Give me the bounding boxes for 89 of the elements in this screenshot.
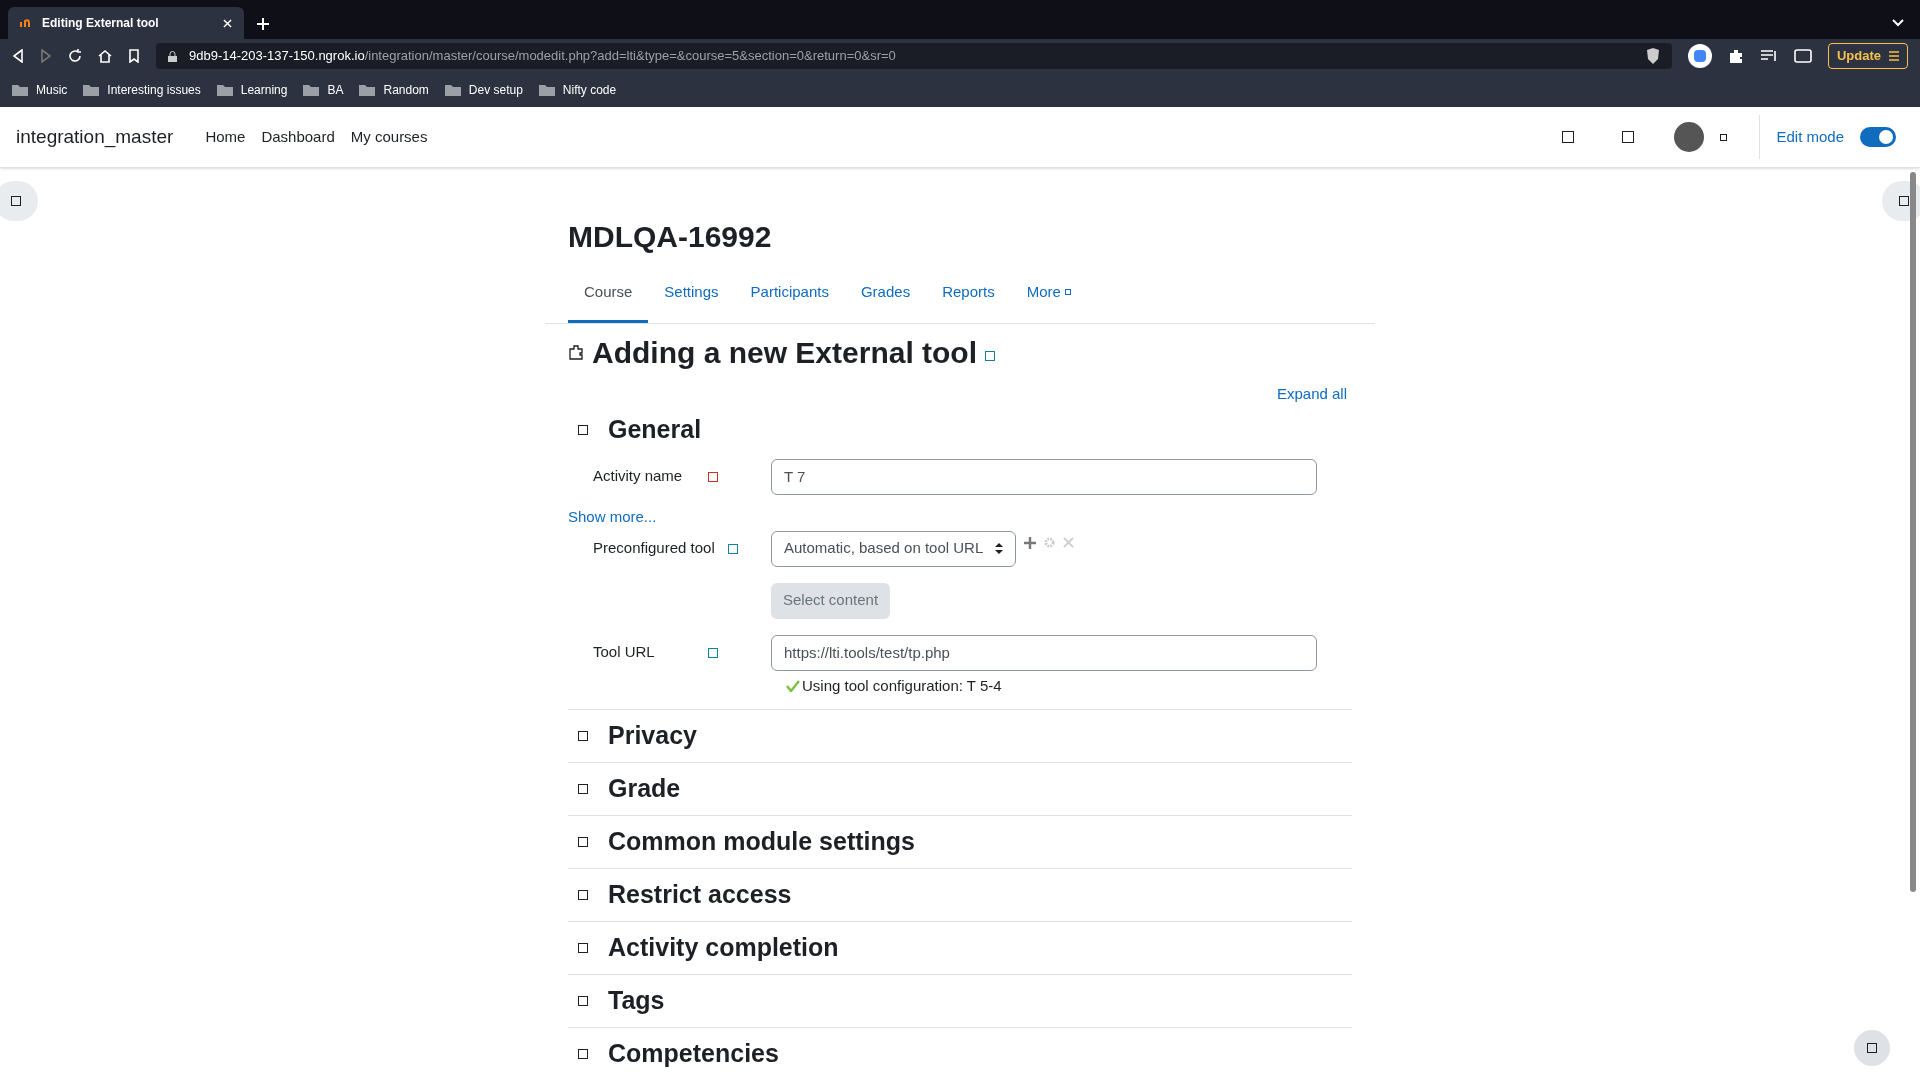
square-icon — [578, 1049, 588, 1059]
address-bar[interactable]: 9db9-14-203-137-150.ngrok.io/integration/master/course/modedit.php?add=lti&type=&course=5&section=0&return=0&sr=0 — [156, 43, 1672, 69]
nav-link[interactable]: My courses — [350, 125, 428, 149]
course-tab[interactable]: More — [1010, 273, 1087, 323]
square-icon — [578, 731, 588, 741]
lock-icon — [168, 50, 177, 62]
expand-all-link[interactable]: Expand all — [1276, 382, 1347, 405]
forward-icon[interactable] — [40, 49, 52, 63]
chevron-down-icon[interactable] — [1892, 19, 1904, 27]
square-icon — [1064, 289, 1071, 296]
square-icon — [11, 196, 21, 206]
square-icon — [578, 424, 588, 435]
bookmark-link[interactable]: Learning — [240, 81, 288, 99]
menu-icon — [1889, 51, 1899, 61]
bookmark-link[interactable]: BA — [327, 81, 344, 99]
scrollbar[interactable] — [1910, 172, 1916, 892]
new-tab-icon[interactable] — [256, 17, 270, 31]
activity-name-input[interactable]: T 7 — [771, 458, 1317, 495]
playlist-icon[interactable] — [1759, 49, 1778, 63]
home-icon[interactable] — [98, 49, 112, 63]
help-button[interactable] — [1854, 1030, 1890, 1066]
folder-icon — [303, 84, 320, 96]
tab-title: Editing External tool — [42, 15, 160, 32]
sort-arrows-icon — [995, 543, 1004, 554]
bookmark-link[interactable]: Music — [36, 81, 68, 99]
config-note: Using tool configuration: T 5-4 — [802, 675, 1002, 696]
tool-url-input[interactable]: https://lti.tools/test/tp.php — [771, 634, 1317, 671]
edit-mode-toggle[interactable] — [1860, 127, 1896, 147]
plus-icon[interactable] — [1024, 536, 1037, 549]
course-tab[interactable]: Reports — [926, 273, 1011, 323]
section-heading[interactable]: Competencies — [608, 1035, 779, 1073]
nav-link[interactable]: Dashboard — [261, 125, 335, 149]
edit-mode-label: Edit mode — [1776, 126, 1844, 147]
nav-link[interactable]: Home — [205, 125, 246, 149]
preconfigured-tool-select[interactable]: Automatic, based on tool URL — [771, 530, 1017, 567]
field-label: Tool URL — [592, 642, 656, 663]
section-heading[interactable]: Restrict access — [608, 876, 792, 914]
square-icon — [578, 996, 588, 1006]
update-button[interactable]: Update — [1827, 43, 1908, 69]
show-more-link[interactable]: Show more... — [568, 507, 657, 525]
back-icon[interactable] — [12, 49, 24, 63]
square-icon — [578, 784, 588, 794]
reload-icon[interactable] — [68, 49, 82, 63]
required-icon — [708, 471, 718, 482]
section-heading[interactable]: Grade — [608, 770, 681, 808]
course-tab[interactable]: Course — [568, 273, 649, 323]
bookmark-link[interactable]: Random — [383, 81, 429, 99]
square-icon — [578, 890, 588, 900]
square-icon — [1720, 133, 1728, 141]
folder-icon — [83, 84, 100, 96]
section-heading[interactable]: Privacy — [608, 717, 697, 755]
square-icon — [1899, 196, 1909, 206]
square-icon — [1562, 131, 1575, 143]
section-heading[interactable]: Common module settings — [608, 823, 915, 861]
folder-icon — [12, 84, 28, 96]
help-icon — [728, 543, 738, 554]
bookmark-link[interactable]: Nifty code — [562, 81, 617, 99]
field-label: Activity name — [592, 466, 684, 487]
course-tab[interactable]: Participants — [734, 273, 845, 323]
browser-tab[interactable]: Editing External tool — [8, 7, 244, 39]
folder-icon — [359, 84, 376, 96]
drawer-toggle-button[interactable] — [0, 181, 38, 221]
url-text: 9db9-14-203-137-150.ngrok.io/integration/master/course/modedit.php?add=lti&type=&course=5&section=0&return=0&sr=0 — [189, 47, 897, 66]
field-label: Preconfigured tool — [592, 538, 716, 559]
square-icon — [1622, 131, 1635, 143]
select-content-button[interactable]: Select content — [771, 582, 891, 619]
bookmark-link[interactable]: Interesting issues — [107, 81, 201, 99]
check-icon — [786, 679, 800, 692]
help-icon — [985, 351, 996, 361]
bookmark-icon[interactable] — [128, 49, 140, 63]
site-name[interactable]: integration_master — [16, 122, 174, 152]
square-icon — [1867, 1043, 1877, 1053]
course-tab[interactable]: Settings — [648, 273, 735, 323]
square-icon — [578, 837, 588, 847]
course-tab[interactable]: Grades — [844, 273, 927, 323]
folder-icon — [444, 84, 461, 96]
help-icon — [708, 647, 718, 658]
square-icon — [578, 943, 588, 953]
bookmark-link[interactable]: Dev setup — [468, 81, 523, 99]
section-heading[interactable]: Tags — [608, 982, 665, 1020]
section-heading[interactable]: Activity completion — [608, 929, 839, 967]
puzzle-icon[interactable] — [1727, 48, 1744, 64]
folder-icon — [538, 84, 555, 96]
avatar[interactable] — [1674, 122, 1705, 152]
folder-icon — [216, 84, 233, 96]
page-heading: Adding a new External tool — [592, 334, 978, 371]
course-title: MDLQA-16992 — [567, 219, 773, 255]
puzzle-piece-icon — [568, 344, 584, 360]
section-heading[interactable]: General — [608, 411, 702, 449]
